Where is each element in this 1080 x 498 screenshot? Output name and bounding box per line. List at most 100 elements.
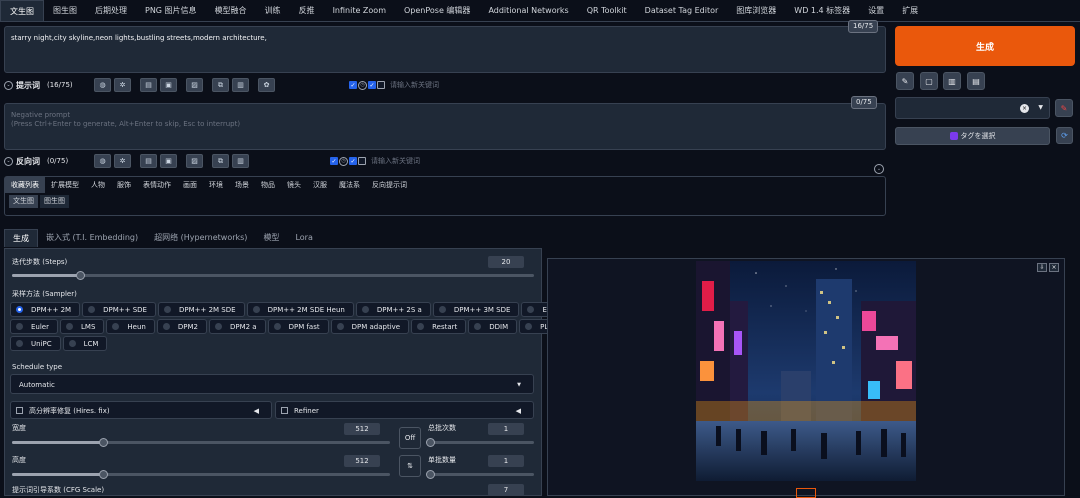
radio-icon[interactable]: [438, 306, 446, 313]
schedule-select[interactable]: Automatic ▼: [10, 374, 534, 394]
height-input[interactable]: 512: [344, 455, 380, 467]
radio-icon[interactable]: [417, 323, 425, 330]
tab-3[interactable]: PNG 图片信息: [136, 0, 206, 21]
batch-size-slider[interactable]: [426, 470, 534, 479]
globe-icon[interactable]: ◍: [94, 78, 111, 92]
generate-button[interactable]: 生成: [895, 26, 1075, 66]
sampler-option[interactable]: DPM++ 3M SDE: [432, 302, 520, 317]
gear-icon[interactable]: ✲: [114, 154, 131, 168]
keyword-input[interactable]: 请输入新关键词: [390, 80, 439, 90]
history-icon[interactable]: ▤: [140, 154, 157, 168]
prompt-label[interactable]: ⌄ 提示词 (16/75): [4, 80, 94, 91]
tab-9[interactable]: Additional Networks: [479, 0, 577, 21]
download-icon[interactable]: ⇩: [1037, 263, 1047, 272]
param-tab[interactable]: 生成: [4, 229, 38, 247]
radio-icon[interactable]: [252, 306, 260, 313]
sampler-option[interactable]: DDIM: [468, 319, 518, 334]
tab-8[interactable]: OpenPose 编辑器: [395, 0, 479, 21]
category-tab[interactable]: 扩展模型: [45, 177, 85, 193]
bookmark-icon[interactable]: ▣: [160, 78, 177, 92]
checkbox-unchecked[interactable]: [377, 81, 385, 89]
gear-icon[interactable]: ✲: [114, 78, 131, 92]
radio-icon[interactable]: [16, 323, 23, 330]
negative-prompt-textarea[interactable]: Negative prompt (Press Ctrl+Enter to gen…: [4, 103, 886, 150]
radio-icon[interactable]: [88, 306, 96, 313]
category-tab[interactable]: 场景: [229, 177, 255, 193]
param-tab[interactable]: 模型: [255, 229, 287, 247]
height-slider[interactable]: [12, 470, 390, 479]
category-tab[interactable]: 人物: [85, 177, 111, 193]
radio-icon[interactable]: [214, 323, 222, 330]
sampler-option[interactable]: DPM2: [156, 319, 207, 334]
tab-13[interactable]: WD 1.4 标签器: [785, 0, 859, 21]
close-icon[interactable]: ×: [1049, 263, 1059, 272]
paintbrush-icon[interactable]: ✎: [1055, 99, 1073, 117]
tab-12[interactable]: 图库浏览器: [727, 0, 785, 21]
tab-5[interactable]: 训练: [256, 0, 290, 21]
sampler-option[interactable]: Restart: [411, 319, 467, 334]
off-button[interactable]: Off: [399, 427, 421, 449]
swap-dimensions-button[interactable]: ⇅: [399, 455, 421, 477]
bookmark-icon[interactable]: ▣: [160, 154, 177, 168]
image-icon[interactable]: ▨: [186, 154, 203, 168]
refiner-checkbox[interactable]: [281, 407, 288, 414]
hires-fix-accordion[interactable]: 高分辨率修复 (Hires. fix) ◀: [10, 401, 272, 419]
settings-icon[interactable]: ✿: [258, 78, 275, 92]
sampler-option[interactable]: DPM fast: [267, 319, 329, 334]
category-tab[interactable]: 反向提示词: [366, 177, 413, 193]
category-tab[interactable]: 镜头: [281, 177, 307, 193]
collapse-icon[interactable]: ⌄: [874, 164, 884, 174]
clipboard-icon[interactable]: ▢: [920, 72, 938, 90]
radio-icon[interactable]: [525, 323, 533, 330]
radio-icon[interactable]: [163, 306, 171, 313]
tab-1[interactable]: 图生图: [44, 0, 86, 21]
hires-checkbox[interactable]: [16, 407, 23, 414]
width-input[interactable]: 512: [344, 423, 380, 435]
sampler-option[interactable]: Euler: [10, 319, 58, 334]
radio-icon[interactable]: [162, 323, 170, 330]
prompt-textarea[interactable]: starry night,city skyline,neon lights,bu…: [4, 26, 886, 73]
checkbox-unchecked[interactable]: [358, 157, 366, 165]
trash-icon[interactable]: ▥: [232, 78, 249, 92]
copy-icon[interactable]: ⧉: [212, 154, 229, 168]
checkbox-checked[interactable]: ✓: [368, 81, 376, 89]
sampler-option[interactable]: DPM++ 2M SDE Heun: [246, 302, 354, 317]
category-tab[interactable]: 环境: [203, 177, 229, 193]
tab-15[interactable]: 扩展: [893, 0, 927, 21]
batch-count-thumb[interactable]: [426, 438, 435, 447]
tab-14[interactable]: 设置: [859, 0, 893, 21]
steps-input[interactable]: 20: [488, 256, 524, 268]
radio-icon[interactable]: [16, 306, 23, 313]
refresh-icon[interactable]: ⟳: [1056, 127, 1073, 144]
subcategory-tab[interactable]: 文生图: [9, 195, 38, 208]
tab-0[interactable]: 文生图: [0, 0, 44, 21]
checkbox-checked[interactable]: ✓: [349, 81, 357, 89]
refiner-accordion[interactable]: Refiner ◀: [275, 401, 534, 419]
radio-icon[interactable]: [474, 323, 482, 330]
history-icon[interactable]: ▤: [140, 78, 157, 92]
sampler-option[interactable]: DPM++ SDE: [82, 302, 156, 317]
sampler-option[interactable]: Heun: [106, 319, 155, 334]
pencil-icon[interactable]: ✎: [896, 72, 914, 90]
styles-dropdown[interactable]: × ▼: [895, 97, 1050, 119]
tab-6[interactable]: 反推: [290, 0, 324, 21]
checkbox-checked[interactable]: ✓: [330, 157, 338, 165]
batch-count-input[interactable]: 1: [488, 423, 524, 435]
sampler-option[interactable]: LCM: [62, 336, 108, 351]
sampler-option[interactable]: DPM adaptive: [330, 319, 410, 334]
radio-icon[interactable]: [361, 306, 369, 313]
param-tab[interactable]: 超网络 (Hypernetworks): [146, 229, 255, 247]
height-thumb[interactable]: [99, 470, 108, 479]
trash-icon[interactable]: ▥: [232, 154, 249, 168]
sampler-option[interactable]: DPM++ 2M: [10, 302, 81, 317]
category-tab[interactable]: 画面: [177, 177, 203, 193]
trash-icon[interactable]: ▥: [943, 72, 961, 90]
checkbox-checked[interactable]: ✓: [349, 157, 357, 165]
globe-icon[interactable]: ◍: [94, 154, 111, 168]
radio-icon[interactable]: [112, 323, 120, 330]
sampler-option[interactable]: LMS: [60, 319, 105, 334]
sampler-option[interactable]: DPM++ 2S a: [355, 302, 431, 317]
radio-icon[interactable]: [527, 306, 535, 313]
steps-thumb[interactable]: [76, 271, 85, 280]
radio-icon[interactable]: [336, 323, 344, 330]
